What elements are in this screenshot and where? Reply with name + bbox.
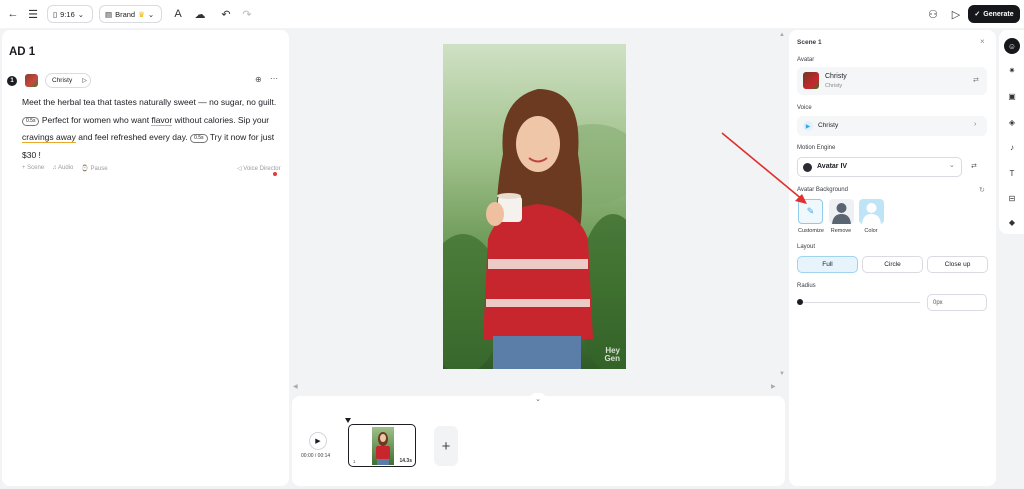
avatar-illustration: [443, 89, 626, 369]
person-silhouette-icon: [862, 203, 881, 224]
highlighted-phrase[interactable]: cravings away: [22, 132, 76, 144]
scroll-down-icon[interactable]: ▼: [779, 371, 785, 377]
ai-rewrite-icon[interactable]: ⊕: [255, 75, 262, 84]
close-icon[interactable]: ×: [980, 37, 985, 46]
captions-icon[interactable]: ⊟: [1006, 192, 1018, 204]
collapse-timeline-button[interactable]: ⌄: [530, 393, 546, 405]
audio-button[interactable]: ♫ Audio: [52, 165, 73, 172]
chevron-right-icon: ›: [974, 121, 977, 128]
chevron-down-icon: ⌄: [77, 9, 85, 19]
radius-label: Radius: [797, 283, 816, 289]
page-title: AD 1: [9, 46, 36, 58]
menu-icon[interactable]: ☰: [25, 6, 41, 22]
reset-icon[interactable]: ↻: [979, 186, 985, 194]
radius-input[interactable]: 0px: [927, 294, 987, 311]
prev-arrow-icon[interactable]: ◀: [293, 383, 298, 390]
voice-section-label: Voice: [797, 105, 812, 111]
scene-clip[interactable]: 1 14.3s: [348, 424, 416, 467]
back-arrow-icon[interactable]: ←: [5, 6, 21, 22]
avatar-thumbnail: [803, 72, 819, 89]
add-user-icon[interactable]: ⚇: [925, 6, 941, 22]
swap-icon[interactable]: ⇄: [973, 76, 979, 84]
chevron-down-icon: ⌄: [147, 9, 155, 19]
next-arrow-icon[interactable]: ▶: [771, 383, 776, 390]
timecode: 00:00 / 00:14: [301, 453, 331, 459]
add-scene-plus-button[interactable]: +: [434, 426, 458, 466]
voice-selector[interactable]: ▶ Christy ›: [797, 116, 987, 136]
crown-icon: ♛: [138, 9, 145, 19]
swap-engine-icon[interactable]: ⇄: [971, 162, 977, 170]
notification-dot: [273, 172, 277, 176]
script-text[interactable]: Meet the herbal tea that tastes naturall…: [22, 94, 284, 164]
panel-title: Scene 1: [797, 39, 822, 46]
music-icon[interactable]: ♪: [1006, 141, 1018, 153]
pause-marker[interactable]: 0.5s: [22, 116, 40, 126]
pause-marker[interactable]: 0.5s: [190, 134, 208, 144]
elements-icon[interactable]: ◈: [1006, 116, 1018, 128]
avatar-section-label: Avatar: [797, 57, 815, 63]
radius-slider-handle[interactable]: [797, 299, 803, 305]
clip-thumbnail: [372, 427, 394, 465]
brand-icon: ▤: [105, 9, 113, 19]
script-toolbar: + Scene ♫ Audio ⌚ Pause: [22, 165, 108, 172]
play-icon[interactable]: ▷: [82, 77, 87, 84]
person-silhouette-icon: [832, 203, 851, 224]
layout-label: Layout: [797, 244, 816, 250]
clip-thumbnail-art: [376, 432, 390, 465]
annotation-arrow: [721, 132, 807, 204]
color-background-option[interactable]: [859, 199, 884, 224]
avatar-tool-icon[interactable]: ☺: [1004, 38, 1020, 54]
top-bar: ← ☰ ▯ 9:16 ⌄ ▤ Brand ♛ ⌄ A ☁ ↶ ↷ ⚇ ▷ ✓ G…: [0, 0, 1024, 28]
layers-icon[interactable]: ◆: [1006, 216, 1018, 228]
scene-number-badge: 1: [7, 76, 17, 86]
watermark-logo: Hey Gen: [604, 346, 620, 363]
voice-director-button[interactable]: ◁ Voice Director: [237, 165, 281, 172]
add-scene-button[interactable]: + Scene: [22, 165, 44, 172]
more-options-icon[interactable]: ⋯: [270, 74, 278, 83]
pause-button[interactable]: ⌚ Pause: [81, 165, 107, 172]
playhead-icon[interactable]: [345, 418, 351, 424]
layout-closeup-button[interactable]: Close up: [927, 256, 988, 273]
undo-icon[interactable]: ↶: [218, 6, 234, 22]
effects-icon[interactable]: ✷: [1006, 64, 1018, 76]
layout-circle-button[interactable]: Circle: [862, 256, 923, 273]
preview-play-icon[interactable]: ▷: [948, 6, 964, 22]
pause-icon: ⌚: [81, 166, 91, 172]
redo-icon[interactable]: ↷: [239, 6, 255, 22]
image-icon[interactable]: ▣: [1006, 90, 1018, 102]
layout-full-button[interactable]: Full: [797, 256, 858, 273]
remove-background-option[interactable]: [829, 199, 854, 224]
motion-engine-dropdown[interactable]: Avatar IV ⌄: [797, 157, 962, 177]
generate-button[interactable]: ✓ Generate: [968, 5, 1020, 23]
play-icon: ▶: [315, 438, 321, 445]
check-icon: ✓: [974, 11, 981, 18]
translate-icon[interactable]: A: [170, 6, 186, 22]
phone-icon: ▯: [53, 9, 58, 19]
aspect-ratio-dropdown[interactable]: ▯ 9:16 ⌄: [47, 5, 93, 23]
chevron-down-icon: ⌄: [949, 162, 955, 169]
timeline-play-button[interactable]: ▶: [309, 432, 327, 450]
scene-avatar-thumbnail[interactable]: [25, 74, 38, 87]
voice-chip[interactable]: Christy ▷: [45, 73, 91, 88]
avatar-preview-image[interactable]: Hey Gen: [443, 44, 626, 369]
radius-slider-track[interactable]: [800, 302, 920, 303]
highlighted-word[interactable]: flavor: [151, 114, 173, 126]
brand-dropdown[interactable]: ▤ Brand ♛ ⌄: [99, 5, 162, 23]
cloud-icon[interactable]: ☁: [192, 6, 208, 22]
text-icon[interactable]: T: [1006, 167, 1018, 179]
avatar-selector[interactable]: Christy Christy ⇄: [797, 67, 987, 95]
scroll-up-icon[interactable]: ▲: [779, 32, 785, 38]
